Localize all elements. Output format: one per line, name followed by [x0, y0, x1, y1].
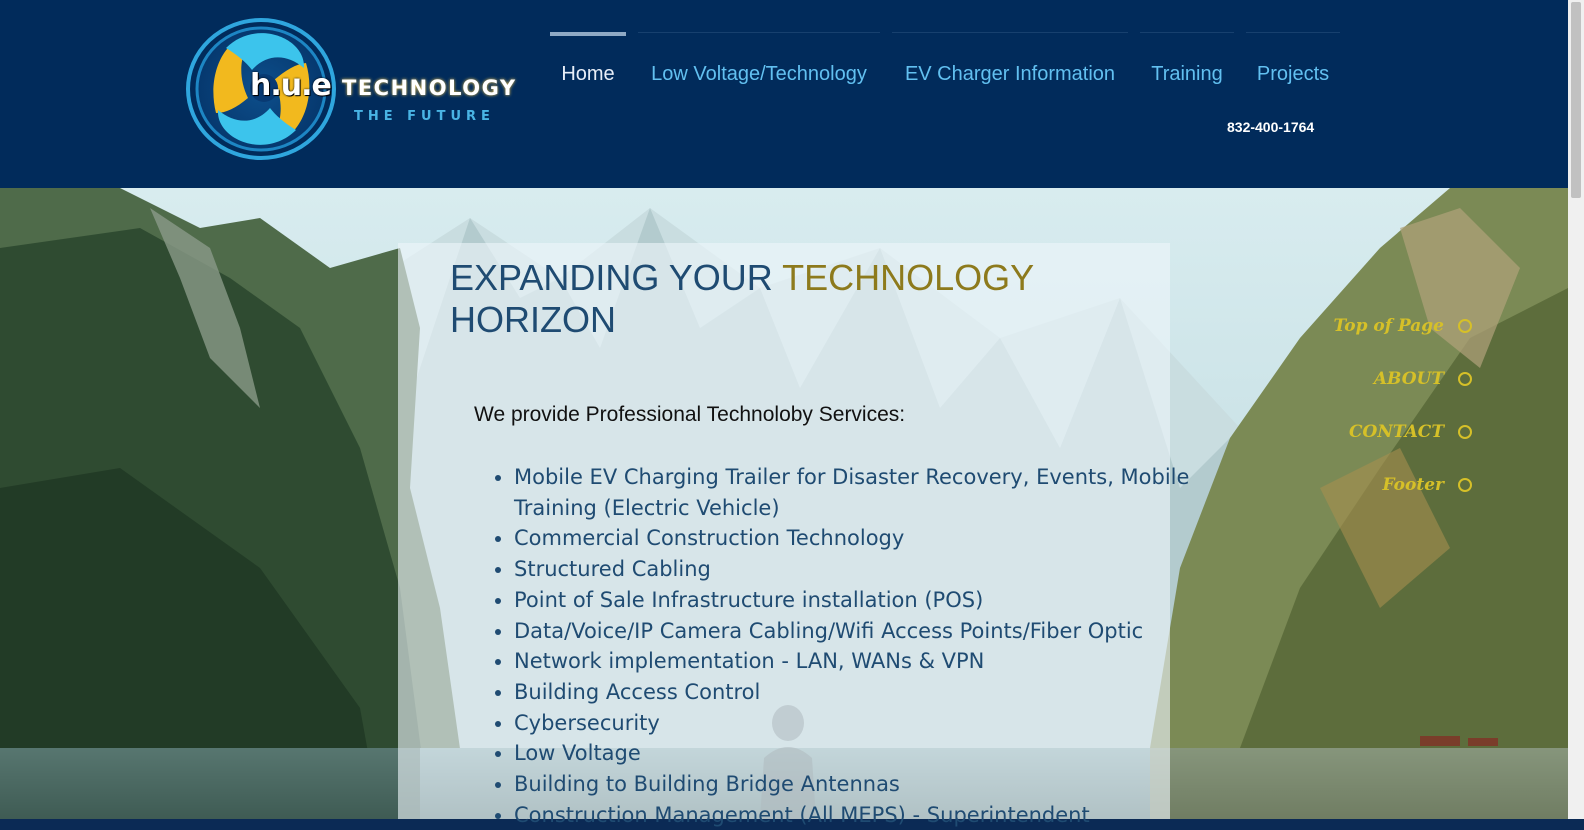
scrollbar-thumb[interactable] [1571, 2, 1581, 198]
content-panel: EXPANDING YOUR TECHNOLOGY HORIZON We prov… [398, 243, 1189, 827]
nav-ev-charger-information[interactable]: EV Charger Information [892, 32, 1128, 93]
anchor-label: ABOUT [1373, 369, 1444, 389]
phone-number[interactable]: 832-400-1764 [1227, 119, 1314, 135]
service-item: Low Voltage [514, 738, 1194, 769]
anchor-label: CONTACT [1349, 422, 1444, 442]
site-logo[interactable]: h.u.e TECHNOLOGY THE FUTURE [186, 18, 516, 160]
service-item: Building Access Control [514, 677, 1194, 708]
service-item: Building to Building Bridge Antennas [514, 769, 1194, 800]
logo-tagline: THE FUTURE [354, 109, 495, 124]
anchor-dot-icon [1458, 319, 1472, 333]
service-item: Point of Sale Infrastructure installatio… [514, 585, 1194, 616]
anchor-contact[interactable]: CONTACT [1349, 418, 1472, 446]
service-item: Mobile EV Charging Trailer for Disaster … [514, 462, 1194, 523]
service-item: Construction Management (All MEPS) - Sup… [514, 800, 1194, 830]
services-list: Mobile EV Charging Trailer for Disaster … [474, 462, 1194, 830]
anchor-label: Top of Page [1333, 316, 1444, 336]
logo-technology-text: TECHNOLOGY [342, 76, 517, 100]
anchor-dot-icon [1458, 478, 1472, 492]
anchor-label: Footer [1382, 475, 1444, 495]
service-item: Commercial Construction Technology [514, 523, 1194, 554]
service-item: Cybersecurity [514, 708, 1194, 739]
anchor-top-of-page[interactable]: Top of Page [1334, 312, 1472, 340]
service-item: Network implementation - LAN, WANs & VPN [514, 646, 1194, 677]
headline-part2: HORIZON [450, 299, 616, 340]
nav-projects[interactable]: Projects [1246, 32, 1340, 93]
site-header: h.u.e TECHNOLOGY THE FUTURE Home Low Vol… [0, 0, 1568, 188]
service-item: Structured Cabling [514, 554, 1194, 585]
nav-low-voltage-technology[interactable]: Low Voltage/Technology [638, 32, 880, 93]
headline-part1: EXPANDING YOUR [450, 257, 783, 298]
logo-hue-text: h.u.e [250, 68, 332, 103]
nav-home[interactable]: Home [550, 32, 626, 96]
service-item: Data/Voice/IP Camera Cabling/Wifi Access… [514, 616, 1194, 647]
page-title: EXPANDING YOUR TECHNOLOGY HORIZON [450, 257, 1150, 341]
anchor-dot-icon [1458, 372, 1472, 386]
anchor-footer[interactable]: Footer [1383, 471, 1472, 499]
headline-accent: TECHNOLOGY [782, 257, 1035, 298]
services-intro: We provide Professional Technoloby Servi… [474, 403, 906, 426]
nav-training[interactable]: Training [1140, 32, 1234, 93]
anchor-dot-icon [1458, 425, 1472, 439]
anchor-about[interactable]: ABOUT [1374, 365, 1472, 393]
page-scrollbar[interactable] [1568, 0, 1584, 819]
